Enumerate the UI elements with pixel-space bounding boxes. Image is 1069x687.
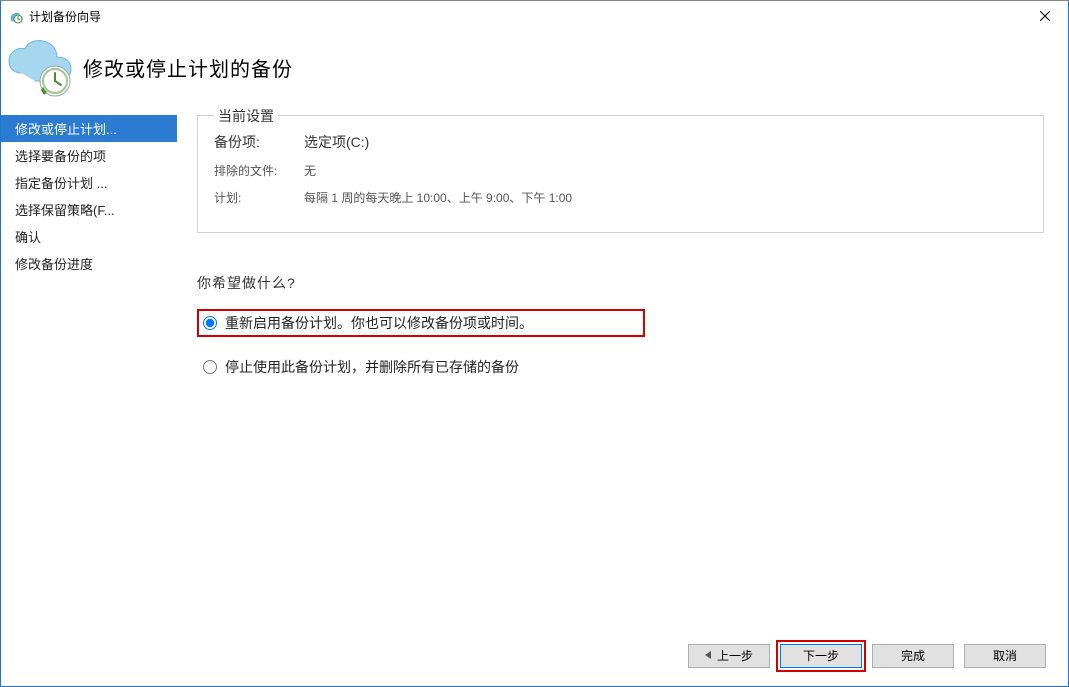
prev-button[interactable]: 上一步 bbox=[688, 644, 770, 668]
sidebar-item-confirm[interactable]: 确认 bbox=[1, 223, 177, 250]
sidebar-item-specify-schedule[interactable]: 指定备份计划 ... bbox=[1, 169, 177, 196]
backup-wizard-icon bbox=[7, 37, 79, 97]
app-icon bbox=[7, 8, 23, 24]
backup-items-label: 备份项: bbox=[214, 132, 304, 152]
option-stop-radio[interactable] bbox=[203, 360, 217, 374]
next-button[interactable]: 下一步 bbox=[780, 644, 862, 668]
finish-button[interactable]: 完成 bbox=[872, 644, 954, 668]
sidebar-item-modify-or-stop[interactable]: 修改或停止计划... bbox=[1, 115, 177, 142]
sidebar-item-retention-policy[interactable]: 选择保留策略(F... bbox=[1, 196, 177, 223]
exclude-files-label: 排除的文件: bbox=[214, 162, 304, 179]
window-title: 计划备份向导 bbox=[29, 8, 1022, 25]
schedule-value: 每隔 1 周的每天晚上 10:00、上午 9:00、下午 1:00 bbox=[304, 189, 572, 206]
question-text: 你希望做什么? bbox=[197, 273, 1044, 293]
current-settings-legend: 当前设置 bbox=[214, 106, 278, 126]
cancel-button[interactable]: 取消 bbox=[964, 644, 1046, 668]
wizard-steps-sidebar: 修改或停止计划... 选择要备份的项 指定备份计划 ... 选择保留策略(F..… bbox=[1, 115, 177, 628]
option-reenable[interactable]: 重新启用备份计划。你也可以修改备份项或时间。 bbox=[197, 309, 645, 337]
option-reenable-radio[interactable] bbox=[203, 316, 217, 330]
current-settings-group: 当前设置 备份项: 选定项(C:) 排除的文件: 无 计划: 每隔 1 周的每天… bbox=[197, 115, 1044, 233]
page-title: 修改或停止计划的备份 bbox=[83, 53, 293, 82]
close-icon[interactable] bbox=[1022, 1, 1068, 31]
sidebar-item-select-items[interactable]: 选择要备份的项 bbox=[1, 142, 177, 169]
wizard-header: 修改或停止计划的备份 bbox=[1, 31, 1068, 115]
wizard-footer: 上一步 下一步 完成 取消 bbox=[1, 626, 1068, 686]
exclude-files-value: 无 bbox=[304, 162, 316, 179]
option-stop-label: 停止使用此备份计划，并删除所有已存储的备份 bbox=[225, 357, 519, 377]
wizard-main-panel: 当前设置 备份项: 选定项(C:) 排除的文件: 无 计划: 每隔 1 周的每天… bbox=[177, 115, 1068, 628]
sidebar-item-progress[interactable]: 修改备份进度 bbox=[1, 250, 177, 277]
backup-items-value: 选定项(C:) bbox=[304, 132, 369, 152]
option-reenable-label: 重新启用备份计划。你也可以修改备份项或时间。 bbox=[225, 313, 533, 333]
schedule-label: 计划: bbox=[214, 189, 304, 206]
option-stop[interactable]: 停止使用此备份计划，并删除所有已存储的备份 bbox=[197, 353, 1044, 381]
window-titlebar: 计划备份向导 bbox=[1, 1, 1068, 31]
